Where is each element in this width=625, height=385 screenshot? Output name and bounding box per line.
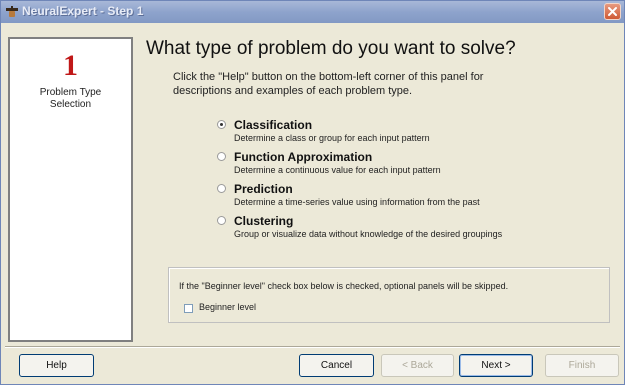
beginner-note: If the "Beginner level" check box below … bbox=[179, 281, 509, 291]
option-label: Function Approximation bbox=[234, 150, 373, 164]
close-icon bbox=[608, 7, 617, 16]
problem-type-options: Classification Determine a class or grou… bbox=[217, 118, 617, 246]
app-icon bbox=[5, 5, 19, 19]
option-label: Clustering bbox=[234, 214, 294, 228]
cancel-button[interactable]: Cancel bbox=[299, 354, 374, 377]
intro-text: Click the "Help" button on the bottom-le… bbox=[173, 70, 593, 98]
page-title: What type of problem do you want to solv… bbox=[146, 38, 516, 59]
intro-line-1: Click the "Help" button on the bottom-le… bbox=[173, 71, 484, 83]
finish-button[interactable]: Finish bbox=[545, 354, 619, 377]
radio-classification[interactable] bbox=[217, 120, 226, 129]
option-description: Group or visualize data without knowledg… bbox=[234, 229, 503, 239]
wizard-window: NeuralExpert - Step 1 1 Problem Type Sel… bbox=[0, 0, 625, 385]
option-label: Classification bbox=[234, 118, 313, 132]
back-button[interactable]: < Back bbox=[381, 354, 454, 377]
step-label: Problem Type Selection bbox=[10, 87, 131, 111]
radio-function-approximation[interactable] bbox=[217, 152, 226, 161]
option-description: Determine a class or group for each inpu… bbox=[234, 133, 430, 143]
beginner-groupbox: If the "Beginner level" check box below … bbox=[168, 267, 610, 323]
step-label-line-2: Selection bbox=[49, 99, 92, 110]
option-function-approximation[interactable]: Function Approximation Determine a conti… bbox=[217, 150, 617, 182]
button-bar-separator bbox=[5, 346, 620, 348]
step-label-line-1: Problem Type bbox=[39, 87, 102, 98]
intro-line-2: descriptions and examples of each proble… bbox=[173, 85, 413, 97]
option-description: Determine a time-series value using info… bbox=[234, 197, 480, 207]
step-number: 1 bbox=[63, 49, 78, 82]
option-prediction[interactable]: Prediction Determine a time-series value… bbox=[217, 182, 617, 214]
title-bar[interactable]: NeuralExpert - Step 1 bbox=[1, 1, 624, 23]
close-button[interactable] bbox=[604, 3, 621, 20]
option-classification[interactable]: Classification Determine a class or grou… bbox=[217, 118, 617, 150]
radio-clustering[interactable] bbox=[217, 216, 226, 225]
next-button[interactable]: Next > bbox=[459, 354, 533, 377]
beginner-level-checkbox[interactable] bbox=[184, 304, 193, 313]
option-description: Determine a continuous value for each in… bbox=[234, 165, 441, 175]
radio-prediction[interactable] bbox=[217, 184, 226, 193]
beginner-level-label[interactable]: Beginner level bbox=[199, 302, 256, 312]
option-label: Prediction bbox=[234, 182, 293, 196]
step-panel: 1 Problem Type Selection bbox=[8, 37, 133, 342]
help-button[interactable]: Help bbox=[19, 354, 94, 377]
option-clustering[interactable]: Clustering Group or visualize data witho… bbox=[217, 214, 617, 246]
window-title: NeuralExpert - Step 1 bbox=[22, 4, 144, 18]
